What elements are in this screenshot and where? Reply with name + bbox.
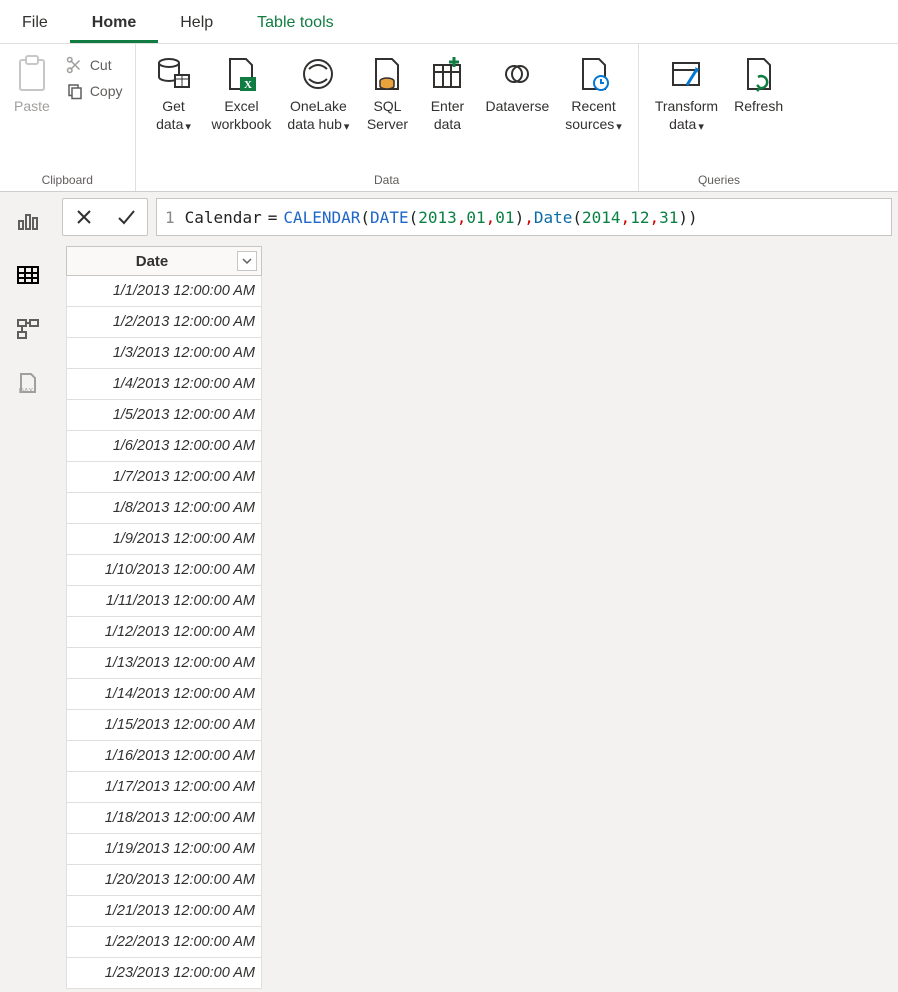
model-view-button[interactable] <box>15 316 41 342</box>
refresh-button[interactable]: Refresh <box>728 50 789 120</box>
copy-icon <box>66 82 84 100</box>
table-cell[interactable]: 1/10/2013 12:00:00 AM <box>66 555 262 586</box>
recent-sources-label: Recentsources▾ <box>565 98 622 133</box>
tab-table-tools[interactable]: Table tools <box>235 4 356 43</box>
line-number: 1 <box>165 208 175 227</box>
transform-data-button[interactable]: Transformdata▾ <box>649 50 724 137</box>
data-grid: Date 1/1/2013 12:00:00 AM1/2/2013 12:00:… <box>56 242 898 992</box>
ribbon-group-queries: Transformdata▾ Refresh Queries <box>639 44 799 191</box>
tab-help[interactable]: Help <box>158 4 235 43</box>
sql-server-button[interactable]: SQLServer <box>359 50 415 137</box>
dataverse-label: Dataverse <box>485 98 549 116</box>
dataverse-button[interactable]: Dataverse <box>479 50 555 120</box>
dataverse-icon <box>497 54 537 94</box>
table-cell[interactable]: 1/14/2013 12:00:00 AM <box>66 679 262 710</box>
table-cell[interactable]: 1/1/2013 12:00:00 AM <box>66 276 262 307</box>
table-cell[interactable]: 1/19/2013 12:00:00 AM <box>66 834 262 865</box>
paste-label: Paste <box>14 98 50 114</box>
onelake-button[interactable]: OneLakedata hub▾ <box>281 50 355 137</box>
refresh-icon <box>739 54 779 94</box>
enter-data-button[interactable]: Enterdata <box>419 50 475 137</box>
ribbon-group-data: Getdata▾ X Excelworkbook OneLakedata hub… <box>136 44 639 191</box>
copy-button[interactable]: Copy <box>64 80 125 102</box>
tab-file[interactable]: File <box>0 4 70 43</box>
svg-text:X: X <box>244 79 252 91</box>
table-cell[interactable]: 1/4/2013 12:00:00 AM <box>66 369 262 400</box>
table-cell[interactable]: 1/6/2013 12:00:00 AM <box>66 431 262 462</box>
recent-sources-icon <box>574 54 614 94</box>
sql-server-icon <box>367 54 407 94</box>
onelake-icon <box>298 54 338 94</box>
sql-server-label: SQLServer <box>367 98 408 133</box>
table-cell[interactable]: 1/11/2013 12:00:00 AM <box>66 586 262 617</box>
data-view-button[interactable] <box>15 262 41 288</box>
database-icon <box>154 54 194 94</box>
onelake-label: OneLakedata hub▾ <box>287 98 349 133</box>
table-cell[interactable]: 1/22/2013 12:00:00 AM <box>66 927 262 958</box>
table-cell[interactable]: 1/13/2013 12:00:00 AM <box>66 648 262 679</box>
get-data-button[interactable]: Getdata▾ <box>146 50 202 137</box>
recent-sources-button[interactable]: Recentsources▾ <box>559 50 628 137</box>
table-cell[interactable]: 1/17/2013 12:00:00 AM <box>66 772 262 803</box>
ribbon-tabs: File Home Help Table tools <box>0 0 898 44</box>
table-cell[interactable]: 1/5/2013 12:00:00 AM <box>66 400 262 431</box>
dax-query-view-button[interactable]: DAX <box>15 370 41 396</box>
table-cell[interactable]: 1/8/2013 12:00:00 AM <box>66 493 262 524</box>
transform-data-icon <box>666 54 706 94</box>
table-cell[interactable]: 1/12/2013 12:00:00 AM <box>66 617 262 648</box>
formula-bar: 1 Calendar = CALENDAR(DATE(2013,01,01),D… <box>56 192 898 242</box>
cut-label: Cut <box>90 57 112 73</box>
table-cell[interactable]: 1/2/2013 12:00:00 AM <box>66 307 262 338</box>
table-cell[interactable]: 1/20/2013 12:00:00 AM <box>66 865 262 896</box>
column-filter-button[interactable] <box>237 251 257 271</box>
commit-formula-button[interactable] <box>105 206 147 228</box>
excel-icon: X <box>221 54 261 94</box>
queries-group-label: Queries <box>698 173 740 189</box>
scissors-icon <box>66 56 84 74</box>
data-group-label: Data <box>374 173 399 189</box>
report-view-button[interactable] <box>15 208 41 234</box>
cancel-formula-button[interactable] <box>63 207 105 227</box>
enter-data-label: Enterdata <box>431 98 464 133</box>
get-data-label: Getdata▾ <box>156 98 191 133</box>
table-cell[interactable]: 1/16/2013 12:00:00 AM <box>66 741 262 772</box>
view-rail: DAX <box>0 192 56 992</box>
excel-workbook-button[interactable]: X Excelworkbook <box>206 50 278 137</box>
ribbon: Paste Cut Copy Clipboard <box>0 44 898 192</box>
table-cell[interactable]: 1/15/2013 12:00:00 AM <box>66 710 262 741</box>
table-cell[interactable]: 1/21/2013 12:00:00 AM <box>66 896 262 927</box>
enter-data-icon <box>427 54 467 94</box>
table-cell[interactable]: 1/3/2013 12:00:00 AM <box>66 338 262 369</box>
table-cell[interactable]: 1/7/2013 12:00:00 AM <box>66 462 262 493</box>
transform-data-label: Transformdata▾ <box>655 98 718 133</box>
clipboard-group-label: Clipboard <box>42 173 93 189</box>
column-header-date[interactable]: Date <box>66 246 262 276</box>
tab-home[interactable]: Home <box>70 4 158 43</box>
copy-label: Copy <box>90 83 123 99</box>
svg-text:DAX: DAX <box>19 388 34 395</box>
table-cell[interactable]: 1/23/2013 12:00:00 AM <box>66 958 262 989</box>
cut-button[interactable]: Cut <box>64 54 125 76</box>
ribbon-group-clipboard: Paste Cut Copy Clipboard <box>0 44 136 191</box>
paste-button: Paste <box>10 50 54 118</box>
table-cell[interactable]: 1/9/2013 12:00:00 AM <box>66 524 262 555</box>
column-header-label: Date <box>67 253 237 270</box>
table-cell[interactable]: 1/18/2013 12:00:00 AM <box>66 803 262 834</box>
refresh-label: Refresh <box>734 98 783 116</box>
clipboard-icon <box>15 54 49 94</box>
formula-input[interactable]: 1 Calendar = CALENDAR(DATE(2013,01,01),D… <box>156 198 892 236</box>
excel-workbook-label: Excelworkbook <box>212 98 272 133</box>
